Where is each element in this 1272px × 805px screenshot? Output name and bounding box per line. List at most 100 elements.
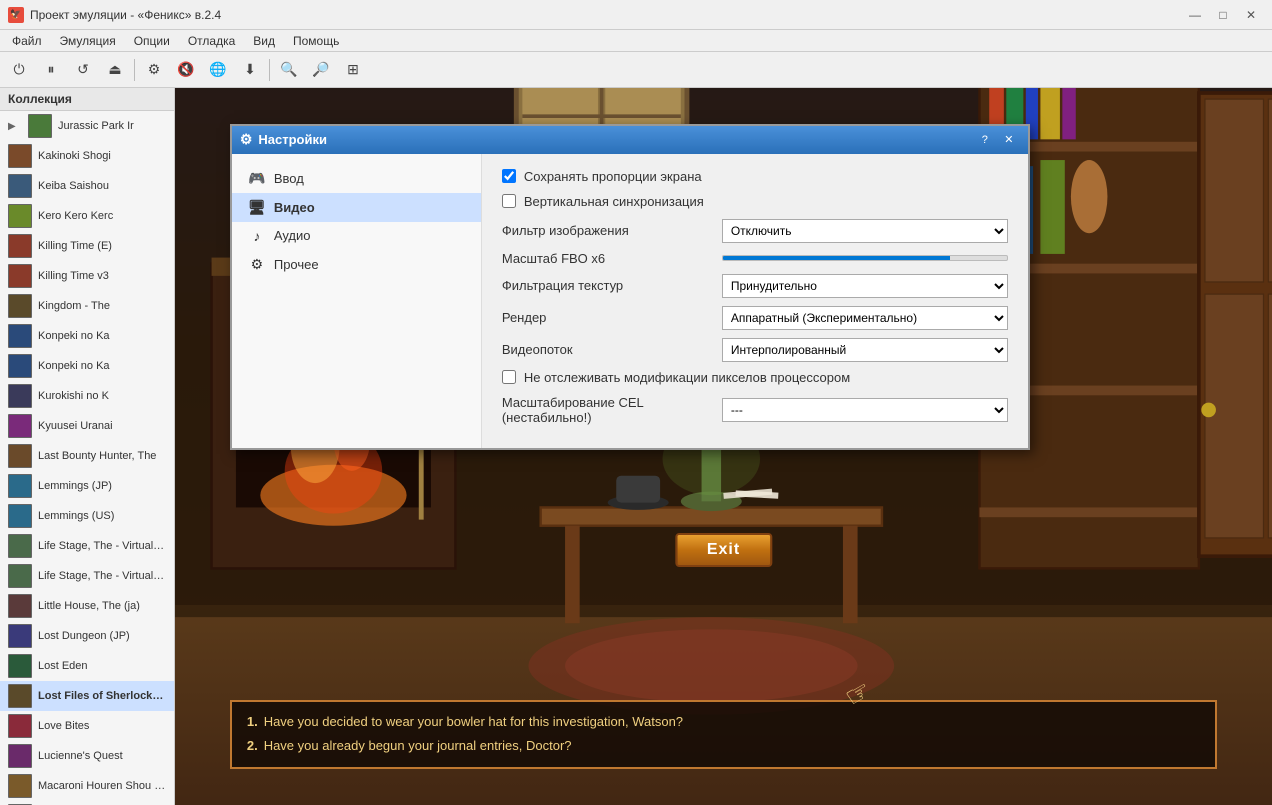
title-bar-left: 🦅 Проект эмуляции - «Феникс» в.2.4	[8, 7, 221, 23]
maximize-button[interactable]: □	[1210, 5, 1236, 25]
cel-control: ---	[722, 398, 1008, 422]
sidebar-item-kero-kero[interactable]: Kero Kero Kerc	[0, 201, 174, 231]
videostream-label: Видеопоток	[502, 342, 722, 357]
sidebar-item-macaroni[interactable]: Macaroni Houren Shou Interactive (ja)	[0, 771, 174, 801]
power-button[interactable]: ⏻	[4, 56, 34, 84]
dialog-nav-audio[interactable]: ♪ Аудио	[232, 222, 481, 250]
menu-view[interactable]: Вид	[245, 32, 283, 50]
eject-button[interactable]: ⏏	[100, 56, 130, 84]
fbo-slider-fill	[723, 256, 950, 260]
sidebar-item-label-kingdom: Kingdom - The	[38, 300, 110, 312]
videostream-select[interactable]: Интерполированный	[722, 338, 1008, 362]
menu-emulation[interactable]: Эмуляция	[52, 32, 124, 50]
dialog-title-text: Настройки	[258, 132, 327, 147]
fbo-row: Масштаб FBO x6	[502, 251, 1008, 266]
toolbar: ⏻ ⏸ ↺ ⏏ ⚙ 🔇 🌐 ⬇ 🔍 🔎 ⊞	[0, 52, 1272, 88]
dialog-close-button[interactable]: ✕	[998, 130, 1020, 150]
reset-button[interactable]: ↺	[68, 56, 98, 84]
sidebar-item-lost-dungeon[interactable]: Lost Dungeon (JP)	[0, 621, 174, 651]
sidebar-item-jurassic-park[interactable]: ▶ Jurassic Park Ir	[0, 111, 174, 141]
sidebar-item-lost-files[interactable]: Lost Files of Sherlock Holmes, The	[0, 681, 174, 711]
vsync-checkbox[interactable]	[502, 194, 516, 208]
fbo-slider-container	[722, 255, 1008, 261]
render-control: Аппаратный (Экспериментально)	[722, 306, 1008, 330]
sidebar-item-little-house[interactable]: Little House, The (ja)	[0, 591, 174, 621]
sidebar-thumb-jurassic-park	[28, 114, 52, 138]
keep-ratio-checkbox[interactable]	[502, 169, 516, 183]
sidebar-item-label-last-bounty-hunter: Last Bounty Hunter, The	[38, 450, 156, 462]
sidebar-item-label-jurassic-park: Jurassic Park Ir	[58, 120, 134, 132]
zoom-out-button[interactable]: 🔎	[306, 56, 336, 84]
menu-file[interactable]: Файл	[4, 32, 50, 50]
sidebar-item-love-bites[interactable]: Love Bites	[0, 711, 174, 741]
sidebar-item-label-lost-files: Lost Files of Sherlock Holmes, The	[38, 690, 166, 702]
sidebar-items-container: ▶ Jurassic Park Ir Kakinoki Shogi Keiba Sai…	[0, 111, 174, 805]
pause-button[interactable]: ⏸	[36, 56, 66, 84]
close-button[interactable]: ✕	[1238, 5, 1264, 25]
sidebar-thumb-lost-eden	[8, 654, 32, 678]
menu-debug[interactable]: Отладка	[180, 32, 243, 50]
sidebar-item-label-little-house: Little House, The (ja)	[38, 600, 140, 612]
cel-select[interactable]: ---	[722, 398, 1008, 422]
texture-filter-select[interactable]: Принудительно	[722, 274, 1008, 298]
sidebar-thumb-keiba	[8, 174, 32, 198]
render-label: Рендер	[502, 310, 722, 325]
sidebar-item-label-konpeki-no-ka1: Konpeki no Ka	[38, 330, 110, 342]
sidebar-thumb-kingdom	[8, 294, 32, 318]
sidebar-item-life-stage-kr[interactable]: Life Stage, The - Virtual House (KR, US)	[0, 561, 174, 591]
sidebar-item-kingdom[interactable]: Kingdom - The	[0, 291, 174, 321]
sidebar-item-label-kurokishi: Kurokishi no K	[38, 390, 109, 402]
render-select[interactable]: Аппаратный (Экспериментально)	[722, 306, 1008, 330]
sidebar-item-konpeki-no-ka2[interactable]: Konpeki no Ka	[0, 351, 174, 381]
no-pixel-track-label: Не отслеживать модификации пикселов проц…	[524, 370, 850, 385]
dialog-help-button[interactable]: ?	[974, 130, 996, 150]
fit-button[interactable]: ⊞	[338, 56, 368, 84]
filter-select[interactable]: Отключить	[722, 219, 1008, 243]
sidebar-item-lemmings-jp[interactable]: Lemmings (JP)	[0, 471, 174, 501]
keep-ratio-row: Сохранять пропорции экрана	[502, 169, 1008, 184]
sidebar-item-label-keiba: Keiba Saishou	[38, 180, 109, 192]
sidebar-thumb-killing-time-v3	[8, 264, 32, 288]
mute-button[interactable]: 🔇	[171, 56, 201, 84]
sidebar-item-lemmings-us[interactable]: Lemmings (US)	[0, 501, 174, 531]
sidebar-item-konpeki-no-ka1[interactable]: Konpeki no Ka	[0, 321, 174, 351]
settings-button[interactable]: ⚙	[139, 56, 169, 84]
no-pixel-track-checkbox[interactable]	[502, 370, 516, 384]
sidebar-item-kurokishi[interactable]: Kurokishi no K	[0, 381, 174, 411]
sidebar-item-killing-time-e[interactable]: Killing Time (E)	[0, 231, 174, 261]
menu-options[interactable]: Опции	[126, 32, 178, 50]
dialog-nav-other[interactable]: ⚙ Прочее	[232, 250, 481, 279]
sidebar-item-keiba[interactable]: Keiba Saishou	[0, 171, 174, 201]
sidebar-item-lucienne[interactable]: Lucienne's Quest	[0, 741, 174, 771]
sidebar-item-killing-time-v3[interactable]: Killing Time v3	[0, 261, 174, 291]
menu-bar: Файл Эмуляция Опции Отладка Вид Помощь	[0, 30, 1272, 52]
sidebar-item-kakinoki[interactable]: Kakinoki Shogi	[0, 141, 174, 171]
sidebar-item-life-stage-jp[interactable]: Life Stage, The - Virtual House (JP)	[0, 531, 174, 561]
sidebar-item-label-lemmings-jp: Lemmings (JP)	[38, 480, 112, 492]
dialog-nav-input[interactable]: 🎮 Ввод	[232, 164, 481, 193]
minimize-button[interactable]: —	[1182, 5, 1208, 25]
sidebar-item-label-kero-kero: Kero Kero Kerc	[38, 210, 113, 222]
sidebar-item-label-macaroni: Macaroni Houren Shou Interactive (ja)	[38, 780, 166, 792]
title-bar-controls: — □ ✕	[1182, 5, 1264, 25]
sidebar-thumb-kero-kero	[8, 204, 32, 228]
network-button[interactable]: 🌐	[203, 56, 233, 84]
zoom-in-button[interactable]: 🔍	[274, 56, 304, 84]
texture-filter-row: Фильтрация текстур Принудительно	[502, 274, 1008, 298]
download-button[interactable]: ⬇	[235, 56, 265, 84]
render-row: Рендер Аппаратный (Экспериментально)	[502, 306, 1008, 330]
app-icon: 🦅	[8, 7, 24, 23]
sidebar-item-label-kyuusei-urania: Kyuusei Uranai	[38, 420, 113, 432]
dialog-nav-video[interactable]: 🖥 Видео	[232, 193, 481, 222]
expand-arrow-jurassic-park[interactable]: ▶	[8, 121, 22, 132]
videostream-control: Интерполированный	[722, 338, 1008, 362]
sidebar-thumb-love-bites	[8, 714, 32, 738]
sidebar-item-last-bounty-hunter[interactable]: Last Bounty Hunter, The	[0, 441, 174, 471]
filter-row: Фильтр изображения Отключить	[502, 219, 1008, 243]
sidebar-item-lost-eden[interactable]: Lost Eden	[0, 651, 174, 681]
sidebar-item-label-killing-time-e: Killing Time (E)	[38, 240, 112, 252]
menu-help[interactable]: Помощь	[285, 32, 347, 50]
sidebar-item-mad-dog-2[interactable]: Mad Dog II - the Lost Gold (US)	[0, 801, 174, 805]
dialog-nav-sidebar: 🎮 Ввод 🖥 Видео ♪ Аудио ⚙	[232, 154, 482, 448]
sidebar-item-kyuusei-urania[interactable]: Kyuusei Uranai	[0, 411, 174, 441]
